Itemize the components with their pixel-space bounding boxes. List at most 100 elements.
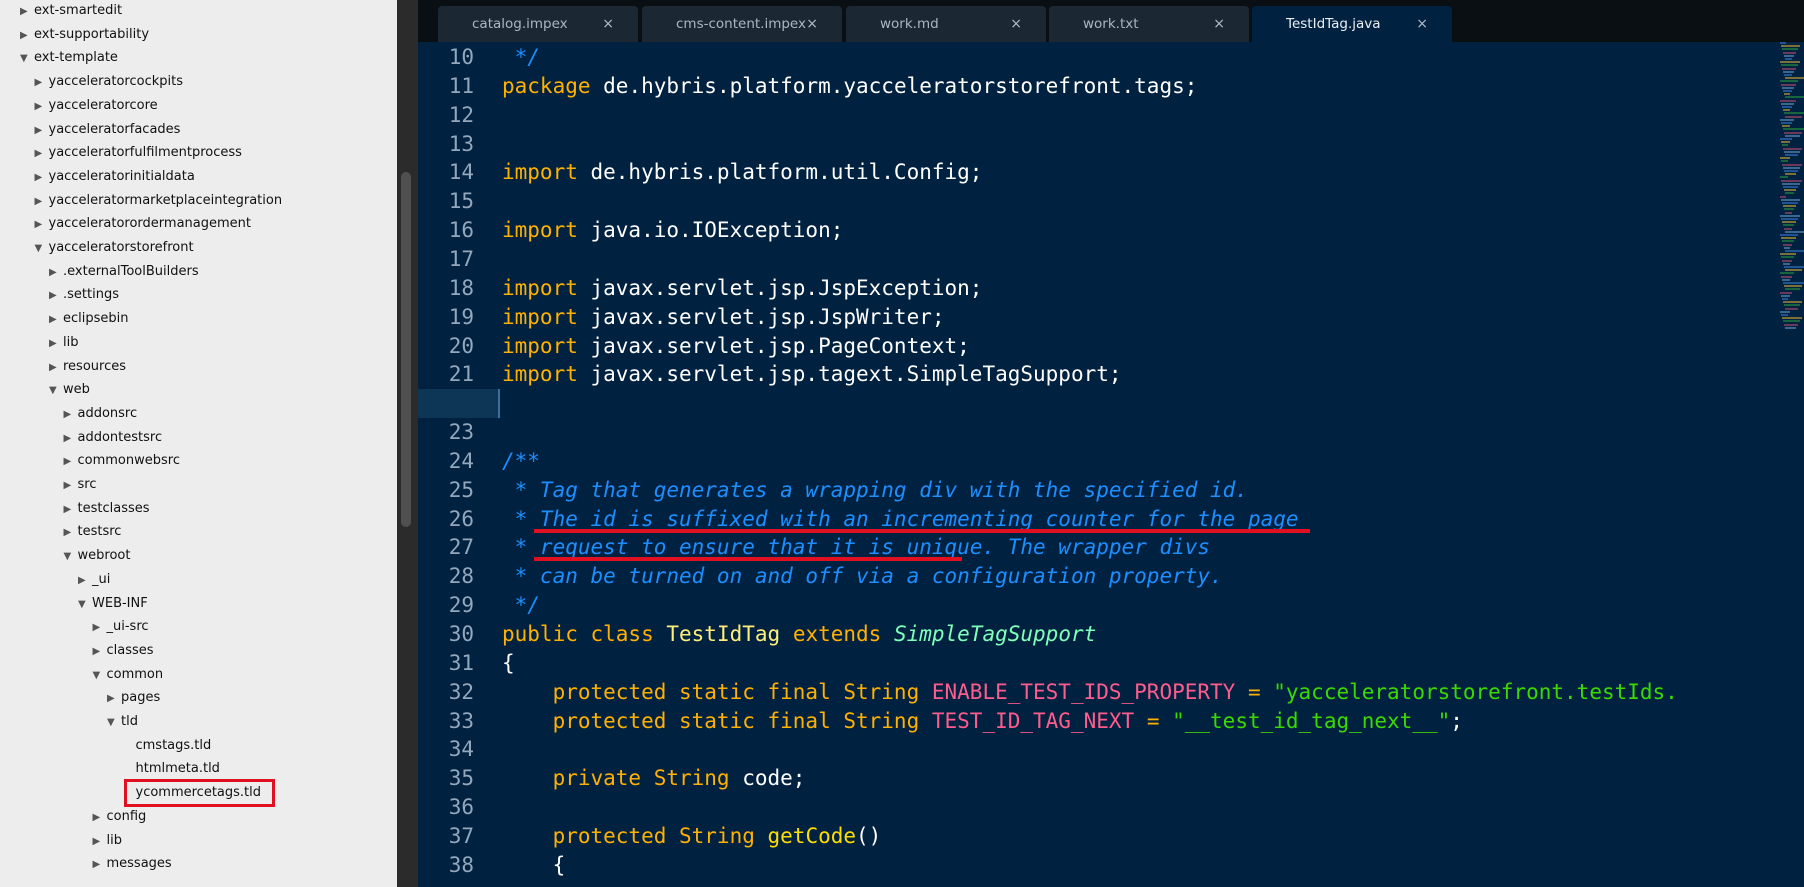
collapsed-arrow-icon[interactable]: ▶ (93, 641, 107, 663)
expanded-arrow-icon[interactable]: ▼ (78, 594, 92, 616)
minimap[interactable] (1780, 42, 1804, 342)
tree-item[interactable]: ▶ addonsrc (64, 403, 138, 425)
tab-catalog-impex[interactable]: catalog.impex × (438, 6, 638, 42)
minimap-line (1780, 176, 1788, 179)
collapsed-arrow-icon[interactable]: ▶ (49, 309, 63, 331)
tree-item[interactable]: ▶ ext-supportability (20, 24, 149, 46)
collapsed-arrow-icon[interactable]: ▶ (64, 404, 78, 426)
collapsed-arrow-icon[interactable]: ▶ (35, 214, 49, 236)
tree-item[interactable]: ▶ _ui (78, 569, 110, 591)
collapsed-arrow-icon[interactable]: ▶ (93, 831, 107, 853)
tree-item[interactable]: ▶ testclasses (64, 498, 150, 520)
tree-item[interactable]: ▶ ext-smartedit (20, 0, 122, 22)
code-token: */ (502, 45, 540, 69)
code-area[interactable]: */ package de.hybris.platform.yaccelerato… (418, 42, 1778, 887)
tab-label: catalog.impex (472, 16, 568, 32)
close-icon[interactable]: × (1010, 6, 1022, 42)
tree-item[interactable]: ▶ .settings (49, 284, 119, 306)
collapsed-arrow-icon[interactable]: ▶ (64, 428, 78, 450)
expanded-arrow-icon[interactable]: ▼ (49, 380, 63, 402)
tree-item-label: config (106, 808, 147, 824)
collapsed-arrow-icon[interactable]: ▶ (35, 96, 49, 118)
collapsed-arrow-icon[interactable]: ▶ (64, 451, 78, 473)
tree-item[interactable]: ▶ src (64, 474, 97, 496)
code-token: protected static final String (502, 679, 932, 704)
minimap-line (1780, 42, 1786, 44)
tree-item[interactable]: ▼ web (49, 379, 90, 401)
collapsed-arrow-icon[interactable]: ▶ (93, 854, 107, 876)
tree-item[interactable]: ▶ testsrc (64, 521, 122, 543)
close-icon[interactable]: × (602, 6, 614, 42)
tree-item[interactable]: ▶ yacceleratorinitialdata (35, 166, 195, 188)
tree-item-label: ext-template (34, 50, 118, 66)
code-token: import (502, 362, 578, 387)
tree-item[interactable]: ▶ addontestsrc (64, 427, 163, 449)
collapsed-arrow-icon[interactable]: ▶ (20, 25, 34, 47)
collapsed-arrow-icon[interactable]: ▶ (35, 72, 49, 94)
collapsed-arrow-icon[interactable]: ▶ (35, 167, 49, 189)
tree-item[interactable]: ▼ tld (107, 711, 138, 733)
tree-item[interactable]: cmstags.tld (122, 735, 212, 757)
tree-item[interactable]: ▶ yacceleratorfacades (35, 119, 181, 141)
tree-item[interactable]: ▼ yacceleratorstorefront (35, 237, 194, 259)
tree-item[interactable]: ▶ config (93, 806, 147, 828)
minimap-line (1784, 208, 1794, 211)
close-icon[interactable]: × (806, 6, 818, 42)
expanded-arrow-icon[interactable]: ▼ (20, 48, 34, 70)
code-line: /** (502, 447, 540, 476)
tree-item[interactable]: ▶ yacceleratorordermanagement (35, 213, 252, 235)
code-token: * The id is suffixed with an incrementin… (502, 506, 1299, 531)
collapsed-arrow-icon[interactable]: ▶ (49, 357, 63, 379)
close-icon[interactable]: × (1416, 6, 1428, 42)
tree-item[interactable]: ▶ yacceleratorcockpits (35, 71, 184, 93)
tree-item[interactable]: ▶ classes (93, 640, 154, 662)
collapsed-arrow-icon[interactable]: ▶ (93, 617, 107, 639)
expanded-arrow-icon[interactable]: ▼ (64, 546, 78, 568)
expanded-arrow-icon[interactable]: ▼ (107, 712, 121, 734)
tree-item[interactable]: ▶ _ui-src (93, 616, 149, 638)
collapsed-arrow-icon[interactable]: ▶ (35, 120, 49, 142)
text-cursor (498, 389, 500, 419)
tree-item[interactable]: ▼ ext-template (20, 47, 118, 69)
tree-item[interactable]: ▼ common (93, 664, 164, 686)
sidebar-scrollbar-thumb[interactable] (401, 172, 411, 527)
minimap-line (1781, 294, 1790, 297)
tree-item[interactable]: ▶ .externalToolBuilders (49, 261, 199, 283)
tree-item[interactable]: ▶ pages (107, 687, 160, 709)
tree-item[interactable]: ▼ webroot (64, 545, 131, 567)
collapsed-arrow-icon[interactable]: ▶ (35, 191, 49, 213)
expanded-arrow-icon[interactable]: ▼ (93, 665, 107, 687)
tab-work-txt[interactable]: work.txt × (1049, 6, 1249, 42)
tree-item[interactable]: htmlmeta.tld (122, 758, 220, 780)
collapsed-arrow-icon[interactable]: ▶ (49, 262, 63, 284)
minimap-line (1783, 128, 1804, 131)
tree-item[interactable]: ▶ yacceleratorcore (35, 95, 158, 117)
collapsed-arrow-icon[interactable]: ▶ (64, 499, 78, 521)
tree-item[interactable]: ▶ commonwebsrc (64, 450, 180, 472)
collapsed-arrow-icon[interactable]: ▶ (49, 333, 63, 355)
collapsed-arrow-icon[interactable]: ▶ (20, 1, 34, 23)
tree-item[interactable]: ▶ yacceleratormarketplaceintegration (35, 190, 283, 212)
collapsed-arrow-icon[interactable]: ▶ (78, 570, 92, 592)
collapsed-arrow-icon[interactable]: ▶ (49, 285, 63, 307)
tree-item[interactable]: ▶ eclipsebin (49, 308, 129, 330)
tree-item[interactable]: ▶ messages (93, 853, 172, 875)
minimap-line (1785, 77, 1804, 80)
close-icon[interactable]: × (1213, 6, 1225, 42)
tree-item[interactable]: ▶ lib (93, 830, 122, 852)
tab-testidtag-java[interactable]: TestIdTag.java × (1252, 6, 1452, 42)
collapsed-arrow-icon[interactable]: ▶ (64, 522, 78, 544)
collapsed-arrow-icon[interactable]: ▶ (35, 143, 49, 165)
tab-cms-content-impex[interactable]: cms-content.impex × (642, 6, 842, 42)
collapsed-arrow-icon[interactable]: ▶ (64, 475, 78, 497)
collapsed-arrow-icon[interactable]: ▶ (93, 807, 107, 829)
collapsed-arrow-icon[interactable]: ▶ (107, 688, 121, 710)
tree-item[interactable]: ▶ yacceleratorfulfilmentprocess (35, 142, 242, 164)
tab-work-md[interactable]: work.md × (846, 6, 1046, 42)
tree-item[interactable]: ▶ resources (49, 356, 126, 378)
tree-item[interactable]: ▼ WEB-INF (78, 593, 148, 615)
tree-item[interactable]: ▶ lib (49, 332, 78, 354)
expanded-arrow-icon[interactable]: ▼ (35, 238, 49, 260)
minimap-line (1782, 86, 1794, 89)
code-token: = (1134, 708, 1173, 733)
